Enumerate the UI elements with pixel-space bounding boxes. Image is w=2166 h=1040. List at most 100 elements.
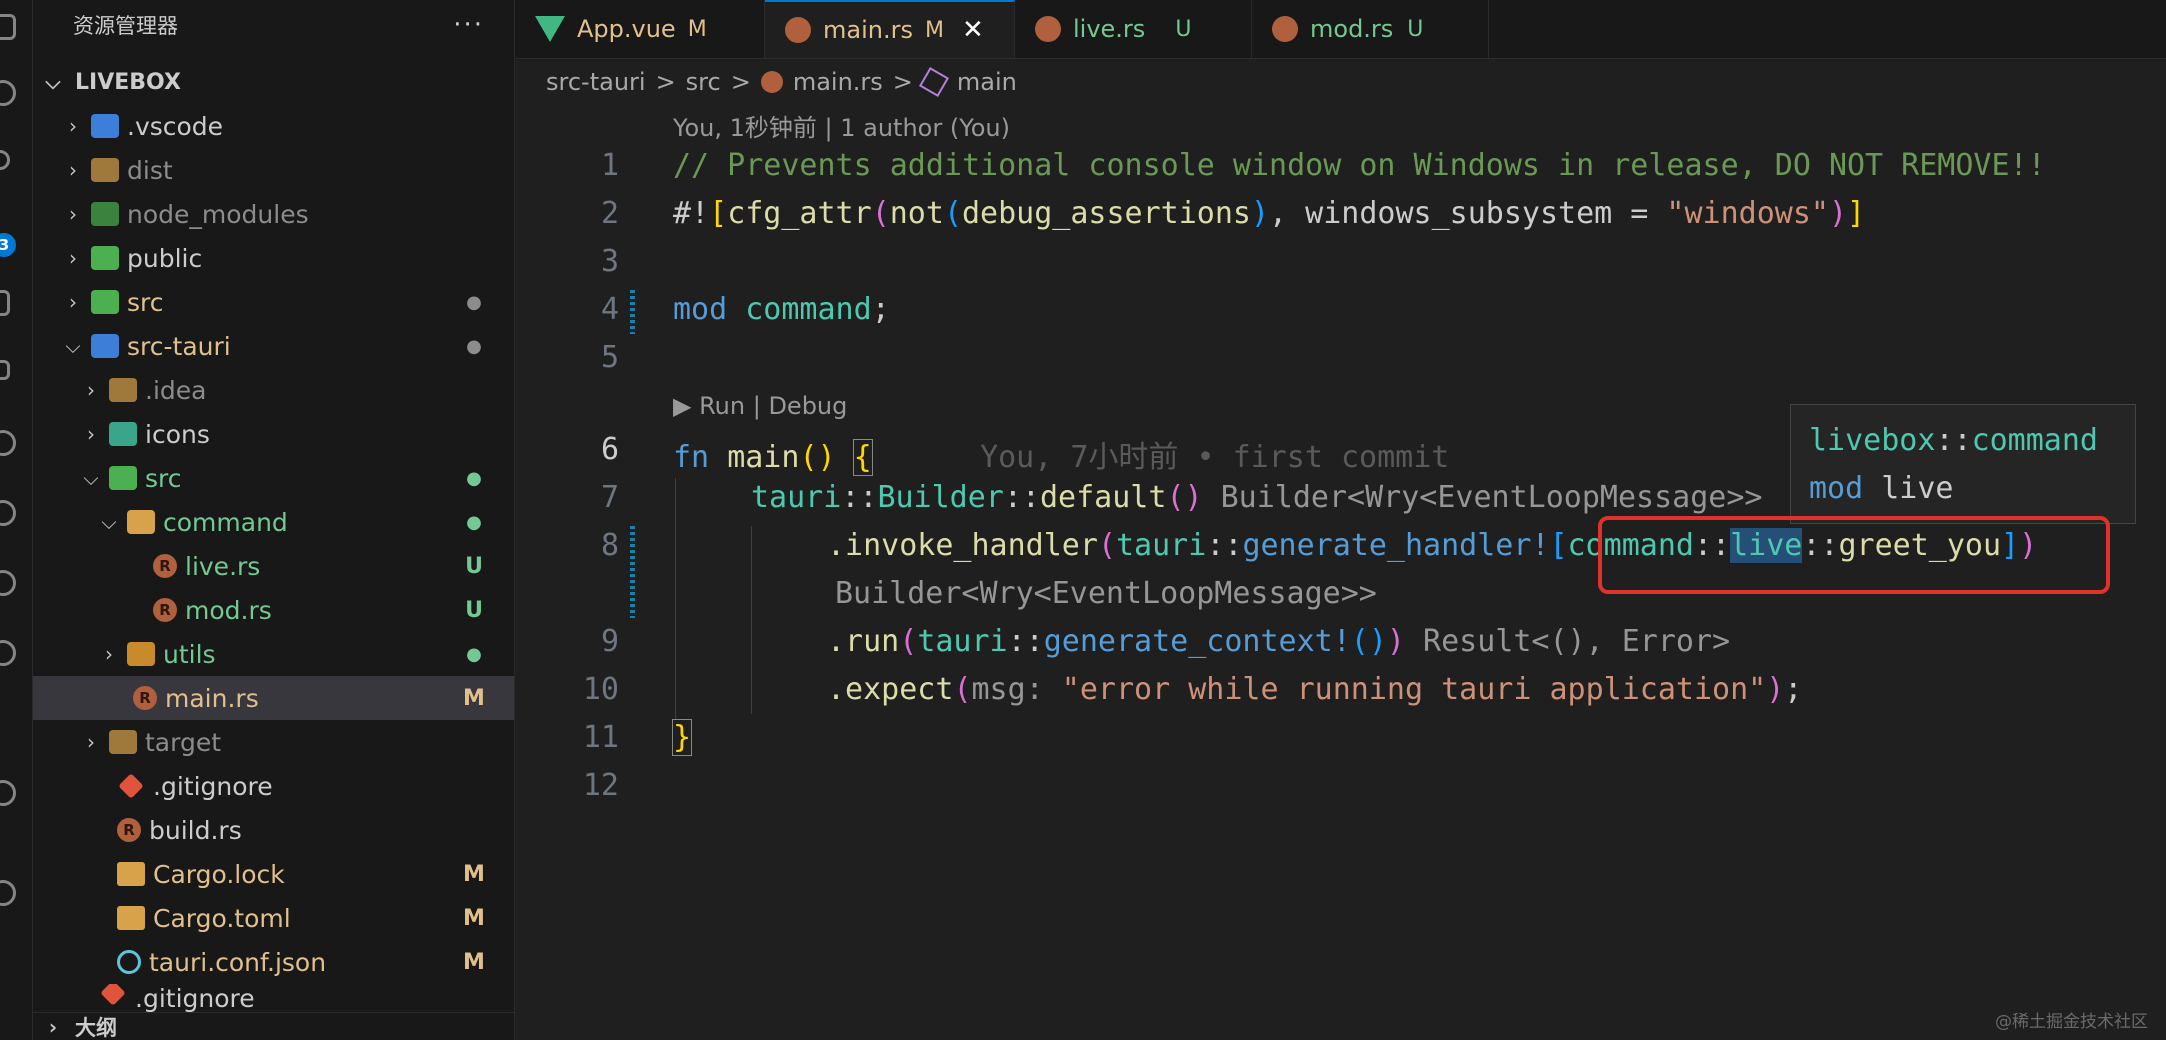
code-line-9: .run(tauri::generate_context!()) Result<… — [827, 624, 1731, 659]
folder-src-icon — [91, 290, 119, 314]
tab-live-rs[interactable]: live.rs U — [1015, 0, 1252, 58]
close-icon[interactable]: ✕ — [962, 15, 984, 45]
timeline-icon[interactable] — [0, 500, 16, 526]
folder-images-icon — [109, 422, 137, 446]
tree-item-src-tauri-src[interactable]: ⌵ src ● — [33, 456, 514, 500]
tree-item-idea[interactable]: › .idea — [33, 368, 514, 412]
status-dot: ● — [466, 335, 482, 357]
tree-item-dist[interactable]: › dist — [33, 148, 514, 192]
folder-src-icon — [109, 466, 137, 490]
gutter-modified-marker — [630, 290, 635, 334]
tree-item-cargo-lock[interactable]: Cargo.lock M — [33, 852, 514, 896]
line-number: 1 — [600, 148, 619, 183]
outline-title: 大纲 — [75, 1016, 117, 1040]
tree-item-mod-rs[interactable]: R mod.rs U — [33, 588, 514, 632]
git-file-icon — [118, 773, 144, 799]
hover-line-decl: mod live — [1809, 471, 1954, 506]
tree-item-icons[interactable]: › icons — [33, 412, 514, 456]
code-line-10: .expect(msg: "error while running tauri … — [827, 672, 1803, 707]
json-file-icon — [117, 950, 141, 974]
extensions-icon[interactable] — [0, 290, 10, 316]
line-number: 7 — [600, 480, 619, 515]
tab-main-rs[interactable]: main.rs M ✕ — [765, 0, 1015, 58]
indent-guide — [751, 526, 752, 714]
breadcrumb-item[interactable]: src-tauri — [546, 68, 646, 96]
code-line-4: mod command; — [673, 292, 890, 327]
tree-item-public[interactable]: › public — [33, 236, 514, 280]
tree-item-root-gitignore[interactable]: .gitignore — [33, 984, 514, 1014]
breadcrumb-item[interactable]: main — [957, 68, 1017, 96]
workspace-root[interactable]: ⌵ LIVEBOX — [33, 60, 514, 104]
line-number: 9 — [600, 624, 619, 659]
line-number: 11 — [582, 720, 619, 755]
account-icon[interactable] — [0, 780, 16, 806]
tree-item-target[interactable]: › target — [33, 720, 514, 764]
rust-icon — [1035, 16, 1061, 42]
explorer-title: 资源管理器 — [73, 14, 178, 38]
explorer-icon[interactable] — [0, 14, 16, 40]
chevron-right-icon: › — [69, 202, 77, 226]
tree-item-src-tauri[interactable]: ⌵ src-tauri ● — [33, 324, 514, 368]
tree-item-main-rs[interactable]: R main.rs M — [33, 676, 514, 720]
tree-item-src[interactable]: › src ● — [33, 280, 514, 324]
tab-label: mod.rs — [1310, 15, 1394, 43]
inlay-type-hint: Builder<Wry<EventLoopMessage>> — [835, 576, 1377, 611]
code-line-6: fn main() { You, 7小时前 • first commit — [673, 439, 1450, 476]
tree-item-label: live.rs — [185, 551, 261, 581]
tab-mod-rs[interactable]: mod.rs U — [1252, 0, 1489, 58]
tree-item-label: dist — [127, 155, 173, 185]
tab-app-vue[interactable]: App.vue M — [515, 0, 765, 58]
source-control-icon[interactable] — [0, 150, 10, 170]
hover-line-path: livebox::command — [1809, 423, 2098, 458]
breadcrumb: src-tauri > src > main.rs > main — [546, 64, 1017, 100]
cargo-file-icon — [117, 906, 145, 930]
testing-icon[interactable] — [0, 570, 16, 596]
tab-label: App.vue — [577, 15, 676, 43]
chevron-right-icon: › — [48, 1015, 58, 1039]
status-dot: ● — [466, 291, 482, 313]
run-debug-codelens[interactable]: ▶ Run | Debug — [673, 392, 847, 420]
docker-icon[interactable] — [0, 640, 16, 666]
tree-item-build-rs[interactable]: R build.rs — [33, 808, 514, 852]
chevron-down-icon: ⌵ — [65, 334, 81, 358]
tree-item-label: .gitignore — [135, 984, 255, 1013]
more-actions-icon[interactable]: ··· — [453, 10, 484, 40]
annotation-highlight-box — [1598, 516, 2110, 594]
source-control-badge: 3 — [0, 233, 16, 257]
rust-file-icon: R — [133, 686, 157, 710]
tree-item-tauri-conf-json[interactable]: tauri.conf.json M — [33, 940, 514, 984]
remote-icon[interactable] — [0, 430, 16, 456]
indent-guide — [675, 478, 676, 720]
editor-tabs: App.vue M main.rs M ✕ live.rs U mod.rs U — [515, 0, 2166, 59]
tree-item-cargo-toml[interactable]: Cargo.toml M — [33, 896, 514, 940]
outline-section[interactable]: › 大纲 — [33, 1012, 514, 1040]
chevron-right-icon: › — [87, 378, 95, 402]
rust-file-icon: R — [117, 818, 141, 842]
tree-item-gitignore[interactable]: .gitignore — [33, 764, 514, 808]
run-debug-icon[interactable] — [0, 360, 10, 380]
explorer-sidebar: 资源管理器 ··· ⌵ LIVEBOX › .vscode › dist › n… — [33, 0, 515, 1040]
breadcrumb-item[interactable]: main.rs — [793, 68, 883, 96]
tab-status: U — [1407, 16, 1424, 42]
tree-item-live-rs[interactable]: R live.rs U — [33, 544, 514, 588]
tree-item-label: Cargo.toml — [153, 903, 291, 933]
tree-item-label: node_modules — [127, 199, 309, 229]
rust-file-icon: R — [153, 554, 177, 578]
status-dot: ● — [466, 511, 482, 533]
tab-status: M — [924, 17, 944, 43]
rust-file-icon: R — [153, 598, 177, 622]
tree-item-vscode[interactable]: › .vscode — [33, 104, 514, 148]
line-number: 10 — [582, 672, 619, 707]
blame-codelens[interactable]: You, 1秒钟前 | 1 author (You) — [673, 108, 1010, 143]
tree-item-utils[interactable]: › utils ● — [33, 632, 514, 676]
search-icon[interactable] — [0, 80, 16, 106]
folder-utils-icon — [127, 642, 155, 666]
settings-gear-icon[interactable] — [0, 880, 16, 906]
chevron-right-icon: › — [87, 730, 95, 754]
tree-item-node-modules[interactable]: › node_modules — [33, 192, 514, 236]
tree-item-command[interactable]: ⌵ command ● — [33, 500, 514, 544]
breadcrumb-separator: > — [730, 68, 751, 96]
line-number: 6 — [600, 432, 619, 467]
breadcrumb-item[interactable]: src — [686, 68, 721, 96]
chevron-right-icon: › — [105, 642, 113, 666]
